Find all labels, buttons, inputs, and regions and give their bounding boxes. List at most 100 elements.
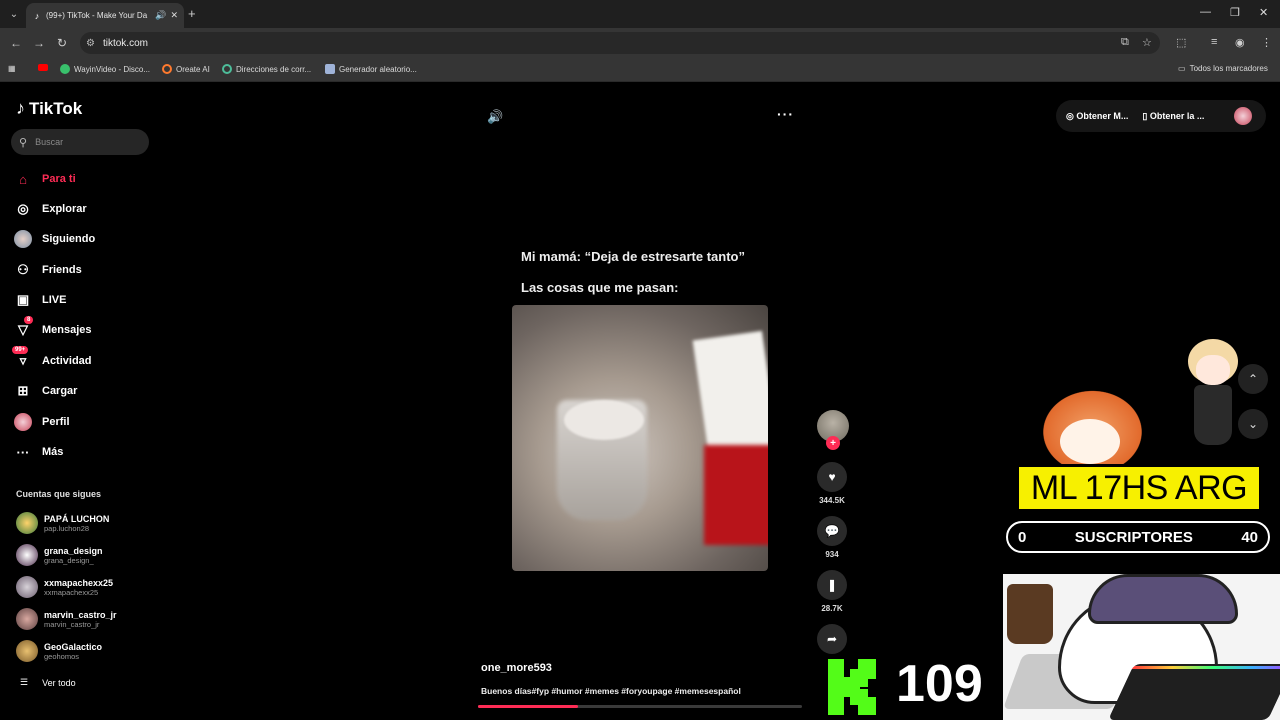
- desk-scene: [1003, 574, 1280, 720]
- install-app-icon[interactable]: ⧉: [1121, 36, 1129, 49]
- bookmark-oreate[interactable]: Oreate AI: [162, 64, 210, 74]
- friends-icon: ⚇: [17, 262, 29, 277]
- video-progress-bar[interactable]: [478, 705, 802, 708]
- comment-icon[interactable]: 💬: [817, 516, 847, 546]
- bookmark-direcciones[interactable]: Direcciones de corr...: [222, 64, 311, 74]
- nav-label: Más: [42, 446, 64, 458]
- mail-globe-icon: [222, 64, 232, 74]
- tiktok-logo[interactable]: ♪ TikTok: [16, 98, 82, 119]
- account-name: PAPÁ LUCHON: [44, 513, 110, 524]
- account-name: xxmapachexx25: [44, 577, 114, 588]
- forward-button[interactable]: →: [33, 36, 45, 50]
- nav-para-ti[interactable]: ⌂ Para ti: [14, 170, 76, 188]
- nav-cargar[interactable]: ⊞ Cargar: [14, 382, 78, 400]
- nav-friends[interactable]: ⚇ Friends: [14, 261, 82, 279]
- nav-perfil[interactable]: Perfil: [14, 413, 70, 431]
- browser-toolbar: ← → ↻ ⚙ tiktok.com ⧉ ☆ ⬚ ≡ ◉ ⋮: [0, 28, 1280, 58]
- messages-badge: 8: [24, 316, 34, 324]
- logo-text: TikTok: [29, 98, 83, 118]
- tiktok-favicon-icon: ♪: [34, 10, 40, 21]
- home-icon: ⌂: [19, 171, 27, 187]
- save-count: 28.7K: [821, 604, 843, 613]
- kick-logo-icon: [828, 659, 876, 715]
- follow-plus-icon[interactable]: +: [826, 436, 840, 450]
- following-avatar-icon: [14, 230, 32, 248]
- site-info-icon[interactable]: ⚙: [86, 38, 95, 49]
- minimize-window-button[interactable]: —: [1200, 6, 1211, 18]
- tab-search-button[interactable]: ⌄: [5, 5, 23, 23]
- video-player[interactable]: [512, 305, 768, 571]
- following-account[interactable]: grana_design grana_design_: [16, 544, 103, 566]
- avatar: [16, 608, 38, 630]
- coffee-cup: [1007, 584, 1053, 644]
- bookmark-star-icon[interactable]: ☆: [1142, 36, 1152, 49]
- new-tab-button[interactable]: +: [188, 6, 196, 21]
- active-tab[interactable]: ♪ (99+) TikTok - Make Your Da 🔊 ✕: [26, 3, 184, 28]
- get-coins-button[interactable]: ◎ Obtener M...: [1066, 111, 1128, 122]
- account-handle: xxmapachexx25: [44, 587, 99, 597]
- all-bookmarks-folder[interactable]: ▭ Todos los marcadores: [1178, 64, 1268, 73]
- search-placeholder: Buscar: [35, 137, 64, 147]
- following-account[interactable]: PAPÁ LUCHON pap.luchon28: [16, 512, 109, 534]
- media-control-icon[interactable]: ≡: [1211, 36, 1217, 48]
- nav-mensajes[interactable]: ▽ 8 Mensajes: [14, 316, 92, 339]
- nav-label: Para ti: [42, 173, 76, 185]
- nav-siguiendo[interactable]: Siguiendo: [14, 230, 95, 248]
- back-button[interactable]: ←: [10, 36, 22, 50]
- nav-label: Actividad: [42, 355, 92, 367]
- nav-explorar[interactable]: ◎ Explorar: [14, 200, 86, 218]
- tab-close-icon[interactable]: ✕: [170, 10, 178, 21]
- user-avatar[interactable]: [1234, 107, 1252, 125]
- see-all-button[interactable]: ☰ Ver todo: [20, 677, 76, 688]
- search-input[interactable]: ⚲ Buscar: [11, 129, 149, 155]
- profile-icon[interactable]: ◉: [1235, 36, 1245, 49]
- close-window-button[interactable]: ✕: [1259, 6, 1268, 19]
- nav-mas[interactable]: ··· Más: [14, 443, 64, 461]
- following-account[interactable]: xxmapachexx25 xxmapachexx25: [16, 576, 113, 598]
- nav-live[interactable]: ▣ LIVE: [14, 291, 67, 309]
- volume-icon[interactable]: 🔊: [487, 109, 503, 125]
- video-progress-fill: [478, 705, 579, 708]
- fox-face: [1060, 419, 1120, 464]
- heart-icon[interactable]: ♥: [817, 462, 847, 492]
- sub-start: 0: [1018, 528, 1027, 546]
- search-icon: ⚲: [19, 136, 28, 149]
- apps-grid-icon[interactable]: ▦: [8, 64, 16, 73]
- like-action[interactable]: ♥ 344.5K: [816, 462, 848, 505]
- video-mug-rim: [564, 400, 644, 440]
- tiktok-page: ♪ TikTok ⚲ Buscar ⌂ Para ti ◎ Explorar S…: [0, 84, 1280, 720]
- bookmark-label: Oreate AI: [176, 64, 210, 74]
- share-icon[interactable]: ➦: [817, 624, 847, 654]
- restore-window-button[interactable]: ❐: [1230, 6, 1240, 19]
- get-app-button[interactable]: ▯ Obtener la ...: [1142, 111, 1204, 122]
- subscriber-goal-bar: 0 SUSCRIPTORES 40: [1006, 521, 1270, 553]
- save-action[interactable]: ❚ 28.7K: [816, 570, 848, 613]
- comment-action[interactable]: 💬 934: [816, 516, 848, 559]
- bookmark-wayinvideo[interactable]: WayinVideo - Disco...: [60, 64, 150, 74]
- browser-menu-icon[interactable]: ⋮: [1261, 36, 1272, 49]
- tab-title: (99+) TikTok - Make Your Da: [46, 11, 148, 20]
- address-bar[interactable]: ⚙ tiktok.com: [80, 32, 1160, 54]
- sub-goal: 40: [1241, 528, 1258, 546]
- stream-banner: ML 17HS ARG: [1019, 467, 1259, 509]
- compass-icon: ◎: [17, 201, 29, 216]
- more-options-icon[interactable]: ···: [777, 106, 794, 122]
- like-count: 344.5K: [819, 496, 845, 505]
- extensions-icon[interactable]: ⬚: [1176, 36, 1186, 49]
- following-account[interactable]: GeoGalactico geohomos: [16, 640, 102, 662]
- bookmark-icon[interactable]: ❚: [817, 570, 847, 600]
- generator-icon: [325, 64, 335, 74]
- reload-button[interactable]: ↻: [57, 36, 67, 50]
- youtube-bookmark[interactable]: [38, 64, 48, 71]
- bookmarks-bar: ▦ WayinVideo - Disco... Oreate AI Direcc…: [0, 58, 1280, 82]
- profile-avatar-icon: [14, 413, 32, 431]
- video-description: Buenos días#fyp #humor #memes #foryoupag…: [481, 686, 741, 696]
- tab-audio-icon[interactable]: 🔊: [155, 10, 166, 21]
- nav-label: Cargar: [42, 385, 78, 397]
- url-text: tiktok.com: [102, 37, 148, 49]
- list-icon: ☰: [20, 677, 29, 687]
- nav-actividad[interactable]: ▿ 99+ Actividad: [12, 346, 92, 370]
- following-account[interactable]: marvin_castro_jr marvin_castro_jr: [16, 608, 117, 630]
- bookmark-generador[interactable]: Generador aleatorio...: [325, 64, 417, 74]
- video-author[interactable]: one_more593: [481, 662, 552, 674]
